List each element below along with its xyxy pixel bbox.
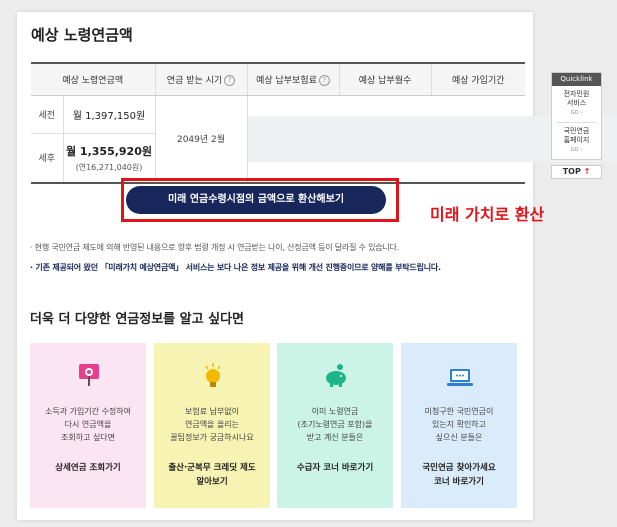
quicklink-panel: Quicklink 전자민원 서비스 GO › 국민연금 홈페이지 GO ›	[551, 72, 602, 160]
card-link-detailed-inquiry[interactable]: 상세연금 조회가기	[34, 461, 142, 475]
pre-tax-label: 세전	[31, 95, 64, 134]
header-expected-months: 예상 납부월수	[339, 62, 432, 96]
info-cards: 소득과 가입기간 수정하여 다시 연금액을 조회하고 싶다면 상세연금 조회가기…	[30, 343, 517, 508]
notice-service-improvement: · 기존 제공되어 왔던 「미래가치 예상연금액」 서비스는 보다 나은 정보 …	[30, 263, 441, 272]
go-link[interactable]: GO ›	[552, 109, 601, 118]
quicklink-label: 국민연금 홈페이지	[563, 127, 590, 144]
piggy-bank-icon	[326, 364, 346, 387]
card-link-find-unclaimed[interactable]: 국민연금 찾아가세요 코너 바로가기	[405, 461, 513, 489]
quicklink-e-civil-service[interactable]: 전자민원 서비스 GO ›	[552, 86, 601, 118]
more-info-title: 더욱 더 다양한 연금정보를 알고 싶다면	[30, 312, 244, 327]
card-description: 소득과 가입기간 수정하여 다시 연금액을 조회하고 싶다면	[44, 407, 132, 442]
help-icon[interactable]: ?	[318, 74, 330, 86]
card-recipient-corner[interactable]: 이미 노령연금 (조기노령연금 포함)을 받고 계신 분들은 수급자 코너 바로…	[277, 343, 393, 508]
future-value-annotation: 미래 가치로 환산	[430, 205, 545, 224]
header-expected-pension: 예상 노령연금액	[31, 62, 156, 96]
post-tax-label: 세후	[31, 133, 64, 184]
table-header-row: 예상 노령연금액 연금 받는 시기? 예상 납부보험료? 예상 납부월수 예상 …	[31, 62, 525, 96]
post-tax-amount: 월 1,355,920원	[65, 144, 152, 158]
card-link-recipient-corner[interactable]: 수급자 코너 바로가기	[281, 461, 389, 475]
monitor-pin-icon	[79, 364, 99, 386]
laptop-icon	[447, 369, 473, 386]
lightbulb-icon	[205, 363, 221, 387]
card-description: 이미 노령연금 (조기노령연금 포함)을 받고 계신 분들은	[297, 407, 373, 442]
notice-law-change: · 현행 국민연금 제도에 의해 반영된 내용으로 향후 법령 개정 시 연금받…	[30, 243, 400, 252]
premium-area	[247, 95, 617, 184]
card-description: 미청구한 국민연금이 있는지 확인하고 싶으신 분들은	[424, 407, 494, 442]
table-row: 세전 월 1,397,150원 2049년 2월	[31, 95, 617, 184]
card-find-unclaimed[interactable]: 미청구한 국민연금이 있는지 확인하고 싶으신 분들은 국민연금 찾아가세요 코…	[401, 343, 517, 508]
header-expected-premium: 예상 납부보험료?	[247, 62, 340, 96]
header-receive-time: 연금 받는 시기?	[155, 62, 248, 96]
quicklink-title: Quicklink	[552, 73, 601, 86]
pension-table: 예상 노령연금액 연금 받는 시기? 예상 납부보험료? 예상 납부월수 예상 …	[31, 62, 617, 184]
help-icon[interactable]: ?	[224, 74, 236, 86]
quicklink-nps-homepage[interactable]: 국민연금 홈페이지 GO ›	[552, 123, 601, 155]
card-description: 보험료 납부없이 연금액을 올리는 꿀팁정보가 궁금하시나요	[170, 407, 254, 442]
card-detailed-inquiry[interactable]: 소득과 가입기간 수정하여 다시 연금액을 조회하고 싶다면 상세연금 조회가기	[30, 343, 146, 508]
post-tax-cell: 월 1,355,920원 (연16,271,040원)	[63, 133, 156, 184]
receive-time-value: 2049년 2월	[155, 95, 248, 184]
convert-future-value-button[interactable]: 미래 연금수령시점의 금액으로 환산해보기	[126, 186, 386, 214]
card-credit-system[interactable]: 보험료 납부없이 연금액을 올리는 꿀팁정보가 궁금하시나요 출산·군복무 크레…	[154, 343, 270, 508]
top-button[interactable]: TOP ↑	[551, 165, 602, 179]
arrow-up-icon: ↑	[583, 167, 591, 176]
quicklink-label: 전자민원 서비스	[563, 90, 590, 107]
header-expected-period: 예상 가입기간	[431, 62, 525, 96]
pre-tax-amount: 월 1,397,150원	[63, 95, 156, 134]
post-tax-annual: (연16,271,040원)	[75, 162, 143, 172]
go-link[interactable]: GO ›	[552, 146, 601, 155]
card-link-credit-system[interactable]: 출산·군복무 크레딧 제도 알아보기	[158, 461, 266, 489]
section-title: 예상 노령연금액	[31, 26, 133, 44]
